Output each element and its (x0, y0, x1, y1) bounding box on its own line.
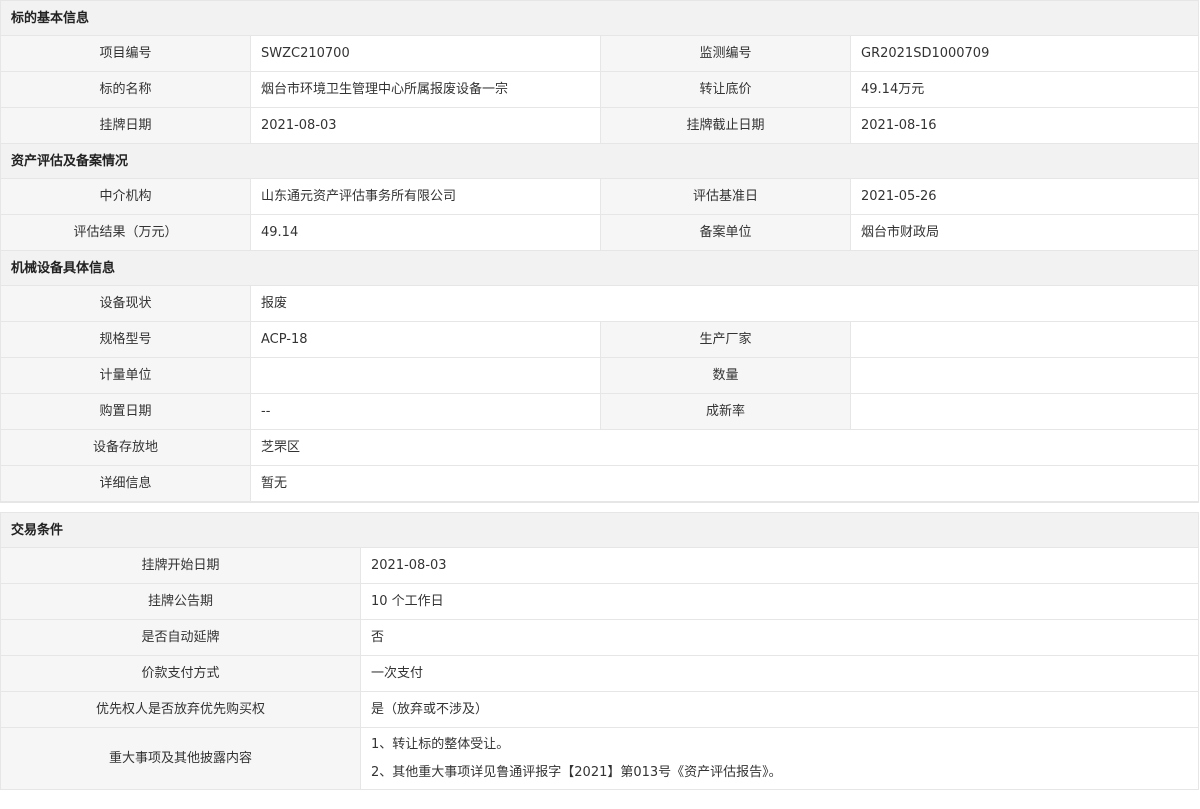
table-row: 挂牌公告期 10 个工作日 (1, 584, 1198, 620)
label-auto-extension: 是否自动延牌 (1, 620, 360, 655)
label-purchase-date: 购置日期 (1, 394, 250, 429)
label-storage-location: 设备存放地 (1, 430, 250, 465)
trade-conditions-section: 交易条件 挂牌开始日期 2021-08-03 挂牌公告期 10 个工作日 是否自… (0, 512, 1199, 790)
value-listing-date: 2021-08-03 (250, 108, 600, 143)
label-listing-start-date: 挂牌开始日期 (1, 548, 360, 583)
value-quantity (850, 358, 1198, 393)
label-valuation-date: 评估基准日 (600, 179, 850, 214)
table-row: 重大事项及其他披露内容 1、转让标的整体受让。 2、其他重大事项详见鲁通评报字【… (1, 728, 1198, 790)
label-asset-name: 标的名称 (1, 72, 250, 107)
value-asset-name: 烟台市环境卫生管理中心所属报废设备一宗 (250, 72, 600, 107)
label-preemptive-right: 优先权人是否放弃优先购买权 (1, 692, 360, 727)
value-details: 暂无 (250, 466, 1198, 501)
value-storage-location: 芝罘区 (250, 430, 1198, 465)
value-listing-end-date: 2021-08-16 (850, 108, 1198, 143)
value-filing-unit: 烟台市财政局 (850, 215, 1198, 250)
table-row: 计量单位 数量 (1, 358, 1198, 394)
section-gap (0, 502, 1199, 512)
label-announcement-period: 挂牌公告期 (1, 584, 360, 619)
section-title-basic-info: 标的基本信息 (1, 1, 1198, 36)
value-unit (250, 358, 600, 393)
label-unit: 计量单位 (1, 358, 250, 393)
label-monitor-number: 监测编号 (600, 36, 850, 71)
table-row: 挂牌开始日期 2021-08-03 (1, 548, 1198, 584)
table-row: 项目编号 SWZC210700 监测编号 GR2021SD1000709 (1, 36, 1198, 72)
table-row: 购置日期 -- 成新率 (1, 394, 1198, 430)
label-model: 规格型号 (1, 322, 250, 357)
value-reserve-price: 49.14万元 (850, 72, 1198, 107)
value-payment-method: 一次支付 (360, 656, 1198, 691)
label-project-number: 项目编号 (1, 36, 250, 71)
value-announcement-period: 10 个工作日 (360, 584, 1198, 619)
label-reserve-price: 转让底价 (600, 72, 850, 107)
value-manufacturer (850, 322, 1198, 357)
value-monitor-number: GR2021SD1000709 (850, 36, 1198, 71)
label-listing-date: 挂牌日期 (1, 108, 250, 143)
value-newness-rate (850, 394, 1198, 429)
table-row: 详细信息 暂无 (1, 466, 1198, 502)
table-row: 价款支付方式 一次支付 (1, 656, 1198, 692)
section-title-assessment: 资产评估及备案情况 (1, 144, 1198, 179)
section-title-trade: 交易条件 (1, 513, 1198, 548)
value-preemptive-right: 是（放弃或不涉及） (360, 692, 1198, 727)
label-valuation-result: 评估结果（万元） (1, 215, 250, 250)
table-row: 规格型号 ACP-18 生产厂家 (1, 322, 1198, 358)
table-row: 是否自动延牌 否 (1, 620, 1198, 656)
label-agency: 中介机构 (1, 179, 250, 214)
table-row: 设备现状 报废 (1, 286, 1198, 322)
label-manufacturer: 生产厂家 (600, 322, 850, 357)
basic-info-section: 标的基本信息 项目编号 SWZC210700 监测编号 GR2021SD1000… (0, 0, 1199, 502)
label-payment-method: 价款支付方式 (1, 656, 360, 691)
value-agency: 山东通元资产评估事务所有限公司 (250, 179, 600, 214)
value-model: ACP-18 (250, 322, 600, 357)
table-row: 评估结果（万元） 49.14 备案单位 烟台市财政局 (1, 215, 1198, 251)
value-disclosure: 1、转让标的整体受让。 2、其他重大事项详见鲁通评报字【2021】第013号《资… (360, 728, 1198, 789)
disclosure-line: 1、转让标的整体受让。 (371, 737, 510, 752)
table-row: 设备存放地 芝罘区 (1, 430, 1198, 466)
value-equipment-status: 报废 (250, 286, 1198, 321)
value-auto-extension: 否 (360, 620, 1198, 655)
label-listing-end-date: 挂牌截止日期 (600, 108, 850, 143)
page: 标的基本信息 项目编号 SWZC210700 监测编号 GR2021SD1000… (0, 0, 1200, 809)
label-filing-unit: 备案单位 (600, 215, 850, 250)
value-listing-start-date: 2021-08-03 (360, 548, 1198, 583)
table-row: 挂牌日期 2021-08-03 挂牌截止日期 2021-08-16 (1, 108, 1198, 144)
value-project-number: SWZC210700 (250, 36, 600, 71)
label-newness-rate: 成新率 (600, 394, 850, 429)
label-equipment-status: 设备现状 (1, 286, 250, 321)
value-valuation-date: 2021-05-26 (850, 179, 1198, 214)
table-row: 标的名称 烟台市环境卫生管理中心所属报废设备一宗 转让底价 49.14万元 (1, 72, 1198, 108)
label-disclosure: 重大事项及其他披露内容 (1, 728, 360, 789)
label-quantity: 数量 (600, 358, 850, 393)
section-title-equipment: 机械设备具体信息 (1, 251, 1198, 286)
disclosure-line: 2、其他重大事项详见鲁通评报字【2021】第013号《资产评估报告》。 (371, 765, 782, 780)
value-valuation-result: 49.14 (250, 215, 600, 250)
table-row: 优先权人是否放弃优先购买权 是（放弃或不涉及） (1, 692, 1198, 728)
table-row: 中介机构 山东通元资产评估事务所有限公司 评估基准日 2021-05-26 (1, 179, 1198, 215)
label-details: 详细信息 (1, 466, 250, 501)
value-purchase-date: -- (250, 394, 600, 429)
